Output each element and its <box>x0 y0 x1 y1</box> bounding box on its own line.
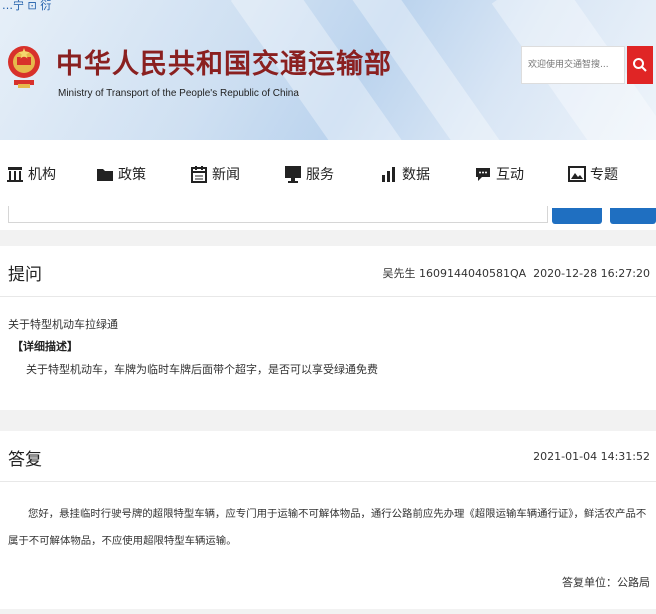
nav-item-news[interactable]: 新闻 <box>190 164 240 184</box>
site-title[interactable]: 中华人民共和国交通运输部 <box>56 42 392 81</box>
nav-label: 新闻 <box>212 167 240 183</box>
answer-heading: 答复 <box>8 450 42 470</box>
partial-button[interactable] <box>610 208 656 224</box>
question-meta: 吴先生 1609144040581QA 2020-12-28 16:27:20 <box>383 265 651 281</box>
national-emblem-icon <box>8 46 40 88</box>
nav-label: 互动 <box>496 167 524 183</box>
monitor-icon <box>285 166 301 183</box>
question-header: 提问 吴先生 1609144040581QA 2020-12-28 16:27:… <box>0 246 656 297</box>
search-box <box>521 46 653 86</box>
nav-item-data[interactable]: 数据 <box>380 164 430 184</box>
nav-label: 数据 <box>402 167 430 183</box>
search-icon <box>633 58 647 72</box>
answer-card: 答复 2021-01-04 14:31:52 您好，悬挂临时行驶号牌的超限特型车… <box>0 431 656 609</box>
nav-item-topics[interactable]: 专题 <box>568 164 618 184</box>
bar-chart-icon <box>382 167 395 182</box>
nav-label: 服务 <box>306 167 334 183</box>
nav-item-institutions[interactable]: 机构 <box>6 164 56 184</box>
chat-icon <box>476 168 490 181</box>
search-button[interactable] <box>627 46 653 84</box>
nav-item-policy[interactable]: 政策 <box>96 164 146 184</box>
nav-label: 专题 <box>590 167 618 183</box>
partial-input-field[interactable] <box>8 206 548 223</box>
folder-icon <box>97 169 113 181</box>
image-icon <box>568 166 586 182</box>
question-time: 2020-12-28 16:27:20 <box>533 267 650 280</box>
answer-header: 答复 2021-01-04 14:31:52 <box>0 431 656 482</box>
answer-unit: 答复单位：公路局 <box>562 576 650 589</box>
question-card: 提问 吴先生 1609144040581QA 2020-12-28 16:27:… <box>0 246 656 410</box>
main-nav: 机构 政策 新闻 服务 数据 互动 专题 <box>0 140 656 208</box>
answer-time: 2021-01-04 14:31:52 <box>533 450 650 463</box>
nav-label: 政策 <box>118 167 146 183</box>
building-icon <box>7 167 23 182</box>
site-header: …宁 ⊡ 衍 中华人民共和国交通运输部 Ministry of Transpor… <box>0 0 656 140</box>
partial-button[interactable] <box>552 208 602 224</box>
top-link[interactable]: …宁 ⊡ 衍 <box>2 0 51 13</box>
question-detail: 关于特型机动车，车牌为临时车牌后面带个超字，是否可以享受绿通免费 <box>26 363 378 376</box>
question-heading: 提问 <box>8 265 42 285</box>
site-subtitle: Ministry of Transport of the People's Re… <box>58 88 299 99</box>
answer-body: 您好，悬挂临时行驶号牌的超限特型车辆，应专门用于运输不可解体物品，通行公路前应先… <box>8 508 647 547</box>
nav-item-services[interactable]: 服务 <box>284 164 334 184</box>
detail-label: 【详细描述】 <box>12 340 78 353</box>
partial-search-form <box>0 206 656 230</box>
nav-label: 机构 <box>28 167 56 183</box>
calendar-icon <box>191 166 207 183</box>
question-subject: 关于特型机动车拉绿通 <box>8 318 118 331</box>
search-input[interactable] <box>521 46 625 84</box>
nav-item-interaction[interactable]: 互动 <box>474 164 524 184</box>
question-author: 吴先生 1609144040581QA <box>382 267 527 280</box>
